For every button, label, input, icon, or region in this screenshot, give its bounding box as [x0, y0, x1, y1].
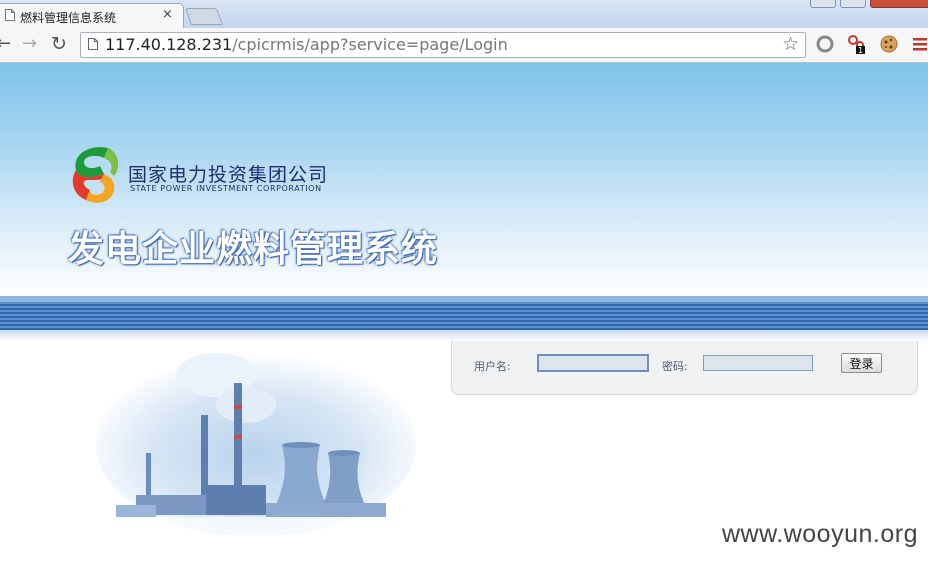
company-name-cn: 国家电力投资集团公司: [128, 164, 329, 186]
maximize-button[interactable]: [840, 0, 866, 8]
url-path: /cpicrmis/app?service=page/Login: [232, 35, 508, 54]
login-form: 用户名: 密码: 登录: [451, 341, 918, 395]
reload-icon[interactable]: ↻: [51, 35, 67, 54]
url-host: 117.40.128.231: [105, 35, 233, 54]
password-input[interactable]: [703, 355, 813, 371]
active-tab[interactable]: 燃料管理信息系统 ×: [0, 3, 184, 29]
extension-circle-icon[interactable]: [815, 34, 835, 54]
extension-badge: 1: [858, 46, 863, 54]
login-button[interactable]: 登录: [841, 353, 882, 373]
page-title: 发电企业燃料管理系统: [68, 228, 439, 270]
password-label: 密码:: [662, 360, 688, 373]
company-name-en: STATE POWER INVESTMENT CORPORATION: [130, 184, 322, 193]
close-window-button[interactable]: [870, 0, 928, 8]
power-plant-image: [96, 353, 416, 535]
close-tab-icon[interactable]: ×: [162, 7, 173, 22]
tab-strip: 燃料管理信息系统 ×: [0, 0, 928, 29]
bookmark-star-icon[interactable]: ☆: [782, 33, 799, 55]
back-icon[interactable]: ←: [0, 35, 11, 53]
extension-network-icon[interactable]: 1: [846, 34, 866, 54]
forward-icon[interactable]: →: [22, 35, 37, 53]
tab-title: 燃料管理信息系统: [20, 11, 117, 25]
url-text: 117.40.128.231/cpicrmis/app?service=page…: [105, 35, 508, 54]
page-icon: [5, 9, 15, 21]
address-bar[interactable]: 117.40.128.231/cpicrmis/app?service=page…: [80, 32, 806, 58]
minimize-button[interactable]: [810, 0, 836, 8]
page-icon: [88, 38, 98, 50]
new-tab-button[interactable]: [184, 8, 224, 25]
username-input[interactable]: [537, 354, 649, 372]
cookie-icon[interactable]: [879, 34, 899, 54]
header-stripe-shadow: [0, 330, 928, 341]
browser-toolbar: ← → ↻ 117.40.128.231/cpicrmis/app?servic…: [0, 28, 928, 63]
menu-icon[interactable]: [910, 34, 928, 54]
watermark: www.wooyun.org: [722, 520, 918, 548]
company-logo-icon: [72, 147, 119, 203]
header-stripe-highlight: [0, 296, 928, 302]
username-label: 用户名:: [474, 360, 511, 373]
